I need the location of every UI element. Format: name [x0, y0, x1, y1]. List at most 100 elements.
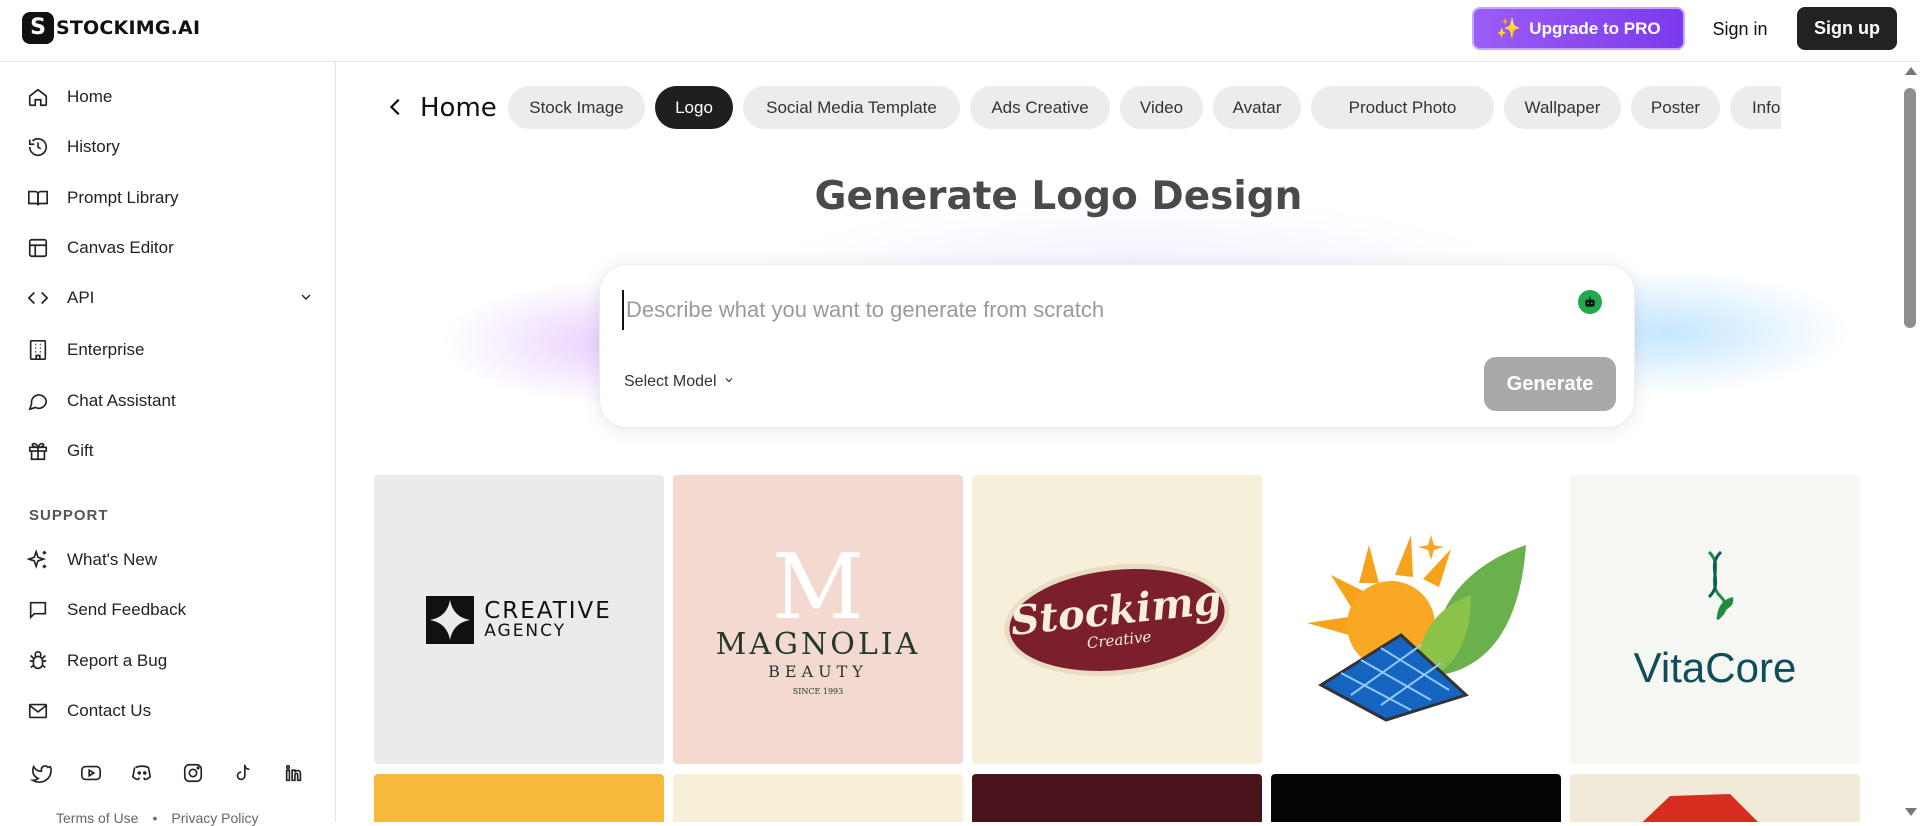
star-mark-icon [426, 595, 475, 644]
prompt-input[interactable] [622, 290, 1582, 330]
robot-icon[interactable] [1578, 290, 1602, 314]
generate-button[interactable]: Generate [1484, 357, 1616, 411]
magnolia-letter: M [771, 535, 865, 640]
sidebar-item-label: API [67, 288, 95, 307]
tab-logo[interactable]: Logo [655, 86, 733, 129]
tab-ads-creative[interactable]: Ads Creative [970, 86, 1110, 129]
sidebar-item-whats-new[interactable]: What's New [24, 543, 314, 577]
sidebar-item-label: Contact Us [67, 701, 152, 720]
sidebar-item-label: Enterprise [67, 340, 145, 359]
tab-social-media-template[interactable]: Social Media Template [743, 86, 960, 129]
sidebar-item-canvas-editor[interactable]: Canvas Editor [24, 231, 314, 265]
stockimg-badge: Stockimg Creative [998, 552, 1236, 687]
upgrade-to-pro-button[interactable]: ✨ Upgrade to PRO [1472, 7, 1685, 50]
red-shape-icon [1642, 794, 1758, 822]
gallery-card-row2-3[interactable] [972, 774, 1262, 822]
tab-video[interactable]: Video [1120, 86, 1203, 129]
bug-icon [24, 647, 52, 675]
main-content: Home Stock Image Logo Social Media Templ… [337, 62, 1900, 822]
sidebar: Home History Prompt Library Canvas Edito… [0, 62, 336, 826]
tab-stock-image[interactable]: Stock Image [508, 86, 645, 129]
sidebar-item-home[interactable]: Home [24, 80, 314, 114]
linkedin-icon[interactable] [279, 758, 309, 788]
youtube-icon[interactable] [76, 758, 106, 788]
sidebar-item-label: Canvas Editor [67, 238, 174, 257]
sidebar-item-report-bug[interactable]: Report a Bug [24, 644, 314, 678]
sidebar-item-prompt-library[interactable]: Prompt Library [24, 181, 314, 215]
gallery-card-magnolia[interactable]: M MAGNOLIA BEAUTY SINCE 1993 [673, 475, 963, 764]
page-title: Home [420, 93, 497, 123]
page-scrollbar[interactable] [1900, 62, 1920, 822]
gallery-card-row2-2[interactable] [673, 774, 963, 822]
chat-icon [24, 387, 52, 415]
tiktok-icon[interactable] [228, 758, 258, 788]
support-heading: SUPPORT [29, 507, 109, 524]
chevron-down-icon[interactable] [298, 289, 314, 310]
book-icon [24, 184, 52, 212]
footer-links: Terms of Use • Privacy Policy [56, 810, 259, 826]
magnolia-logo: M MAGNOLIA BEAUTY SINCE 1993 [716, 535, 921, 697]
mail-icon [24, 697, 52, 725]
upgrade-label: Upgrade to PRO [1529, 18, 1661, 38]
gallery-card-row2-1[interactable] [374, 774, 664, 822]
sidebar-item-send-feedback[interactable]: Send Feedback [24, 593, 314, 627]
logo-title: CREATIVE [484, 597, 612, 624]
sidebar-item-label: Gift [67, 441, 94, 460]
generator-heading: Generate Logo Design [814, 174, 1303, 219]
chevron-down-icon [723, 373, 735, 391]
brand-name: STOCKIMG.AI [56, 17, 201, 39]
scrollbar-thumb[interactable] [1904, 88, 1916, 328]
logo-subtitle: BEAUTY [768, 662, 868, 681]
tab-product-photo[interactable]: Product Photo [1311, 86, 1494, 129]
tab-wallpaper[interactable]: Wallpaper [1504, 86, 1621, 129]
discord-icon[interactable] [127, 758, 157, 788]
gallery-card-row2-4[interactable] [1271, 774, 1561, 822]
sign-up-button[interactable]: Sign up [1797, 7, 1897, 50]
logo-title: VitaCore [1633, 644, 1797, 691]
logo-subtitle: AGENCY [484, 620, 567, 641]
gallery-card-solar[interactable] [1271, 475, 1561, 764]
feedback-icon [24, 596, 52, 624]
privacy-link[interactable]: Privacy Policy [171, 810, 258, 826]
tab-avatar[interactable]: Avatar [1213, 86, 1301, 129]
scroll-up-arrow-icon[interactable] [1905, 67, 1917, 75]
back-arrow-icon[interactable] [381, 92, 411, 122]
terms-link[interactable]: Terms of Use [56, 810, 138, 826]
sidebar-item-label: Report a Bug [67, 651, 168, 670]
sparkles-icon [24, 546, 52, 574]
select-model-label: Select Model [624, 373, 717, 390]
brand-mark-icon: S [22, 12, 54, 44]
footer-separator: • [152, 810, 158, 826]
tab-infographic[interactable]: Infographic [1730, 86, 1781, 129]
twitter-icon[interactable] [26, 758, 56, 788]
sidebar-item-history[interactable]: History [24, 130, 314, 164]
gallery-card-vitacore[interactable]: VitaCore [1570, 475, 1860, 764]
brand-logo[interactable]: S STOCKIMG.AI [22, 12, 200, 44]
home-icon [24, 83, 52, 111]
instagram-icon[interactable] [178, 758, 208, 788]
category-tabs: Stock Image Logo Social Media Template A… [508, 86, 1781, 130]
gift-icon [24, 437, 52, 465]
sidebar-item-chat-assistant[interactable]: Chat Assistant [24, 384, 314, 418]
sidebar-item-api[interactable]: API [24, 281, 314, 315]
creative-agency-logo: CREATIVE AGENCY [426, 595, 612, 644]
logo-tagline: SINCE 1993 [792, 687, 844, 696]
tab-poster[interactable]: Poster [1631, 86, 1720, 129]
layout-icon [24, 234, 52, 262]
solar-leaf-logo-icon [1307, 534, 1526, 722]
sidebar-item-contact-us[interactable]: Contact Us [24, 694, 314, 728]
sidebar-item-label: Prompt Library [67, 188, 179, 207]
history-icon [24, 133, 52, 161]
dna-leaf-icon [1707, 550, 1734, 621]
gallery-card-row2-5[interactable] [1570, 774, 1860, 822]
gallery-card-stockimg[interactable]: Stockimg Creative [972, 475, 1262, 764]
select-model-dropdown[interactable]: Select Model [624, 373, 735, 391]
sparkle-icon: ✨ [1496, 18, 1522, 40]
scroll-down-arrow-icon[interactable] [1905, 808, 1917, 816]
sidebar-item-label: History [67, 137, 120, 156]
top-header: S STOCKIMG.AI ✨ Upgrade to PRO Sign in S… [0, 0, 1920, 62]
sidebar-item-enterprise[interactable]: Enterprise [24, 333, 314, 367]
sign-in-button[interactable]: Sign in [1700, 12, 1780, 46]
gallery-card-creative-agency[interactable]: CREATIVE AGENCY [374, 475, 664, 764]
sidebar-item-gift[interactable]: Gift [24, 434, 314, 468]
